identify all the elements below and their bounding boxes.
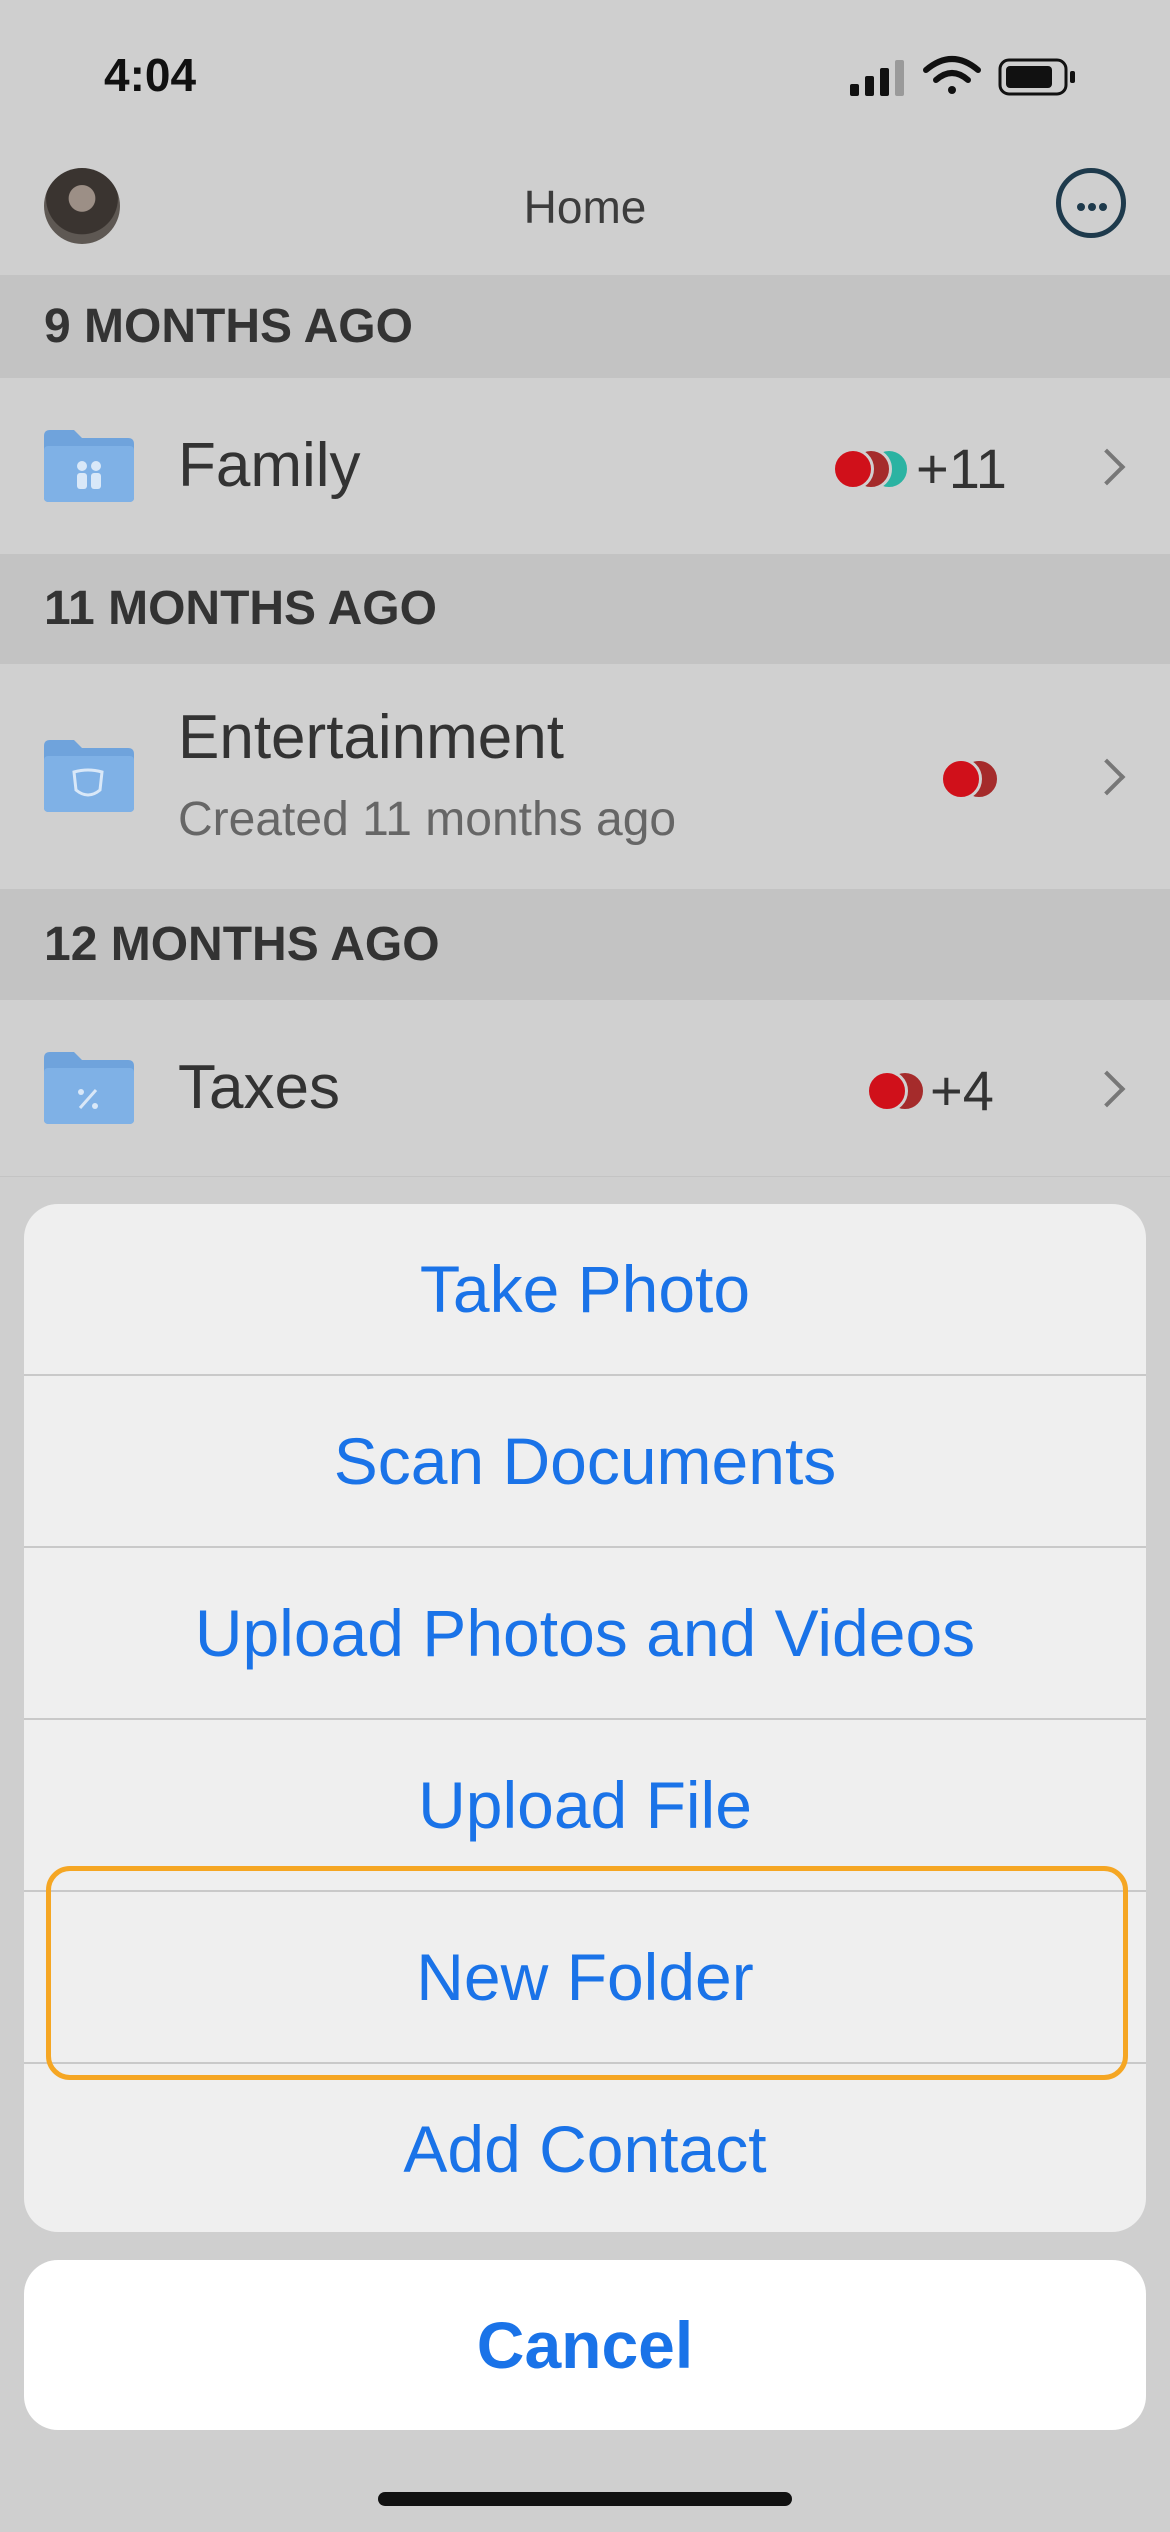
section-header: 9 MONTHS AGO bbox=[0, 275, 1170, 378]
folder-title: Entertainment bbox=[178, 703, 564, 772]
chevron-right-icon bbox=[1088, 1070, 1126, 1108]
take-photo-button[interactable]: Take Photo bbox=[24, 1204, 1146, 1376]
list-item-entertainment[interactable]: Entertainment Created 11 months ago bbox=[0, 664, 1170, 890]
list-item-taxes[interactable]: Taxes +4 bbox=[0, 1000, 1170, 1177]
cancel-button[interactable]: Cancel bbox=[24, 2260, 1146, 2430]
chevron-right-icon bbox=[1088, 758, 1126, 796]
page-title: Home bbox=[523, 181, 647, 233]
battery-icon bbox=[998, 58, 1075, 96]
family-folder-icon bbox=[44, 430, 134, 502]
more-icon bbox=[1077, 203, 1085, 211]
chevron-right-icon bbox=[1088, 448, 1126, 486]
more-options-button[interactable] bbox=[1056, 168, 1126, 238]
add-contact-button[interactable]: Add Contact bbox=[24, 2064, 1146, 2232]
entertainment-folder-icon bbox=[44, 740, 134, 812]
new-folder-highlight bbox=[46, 1866, 1128, 2080]
shared-count: +4 bbox=[930, 1059, 994, 1122]
folder-title: Family bbox=[178, 431, 361, 500]
status-time: 4:04 bbox=[104, 49, 197, 101]
scan-documents-button[interactable]: Scan Documents bbox=[24, 1376, 1146, 1548]
cellular-signal-icon bbox=[850, 60, 904, 96]
shared-with-avatars bbox=[866, 1070, 926, 1112]
shared-with-avatars bbox=[940, 758, 1000, 800]
section-header: 12 MONTHS AGO bbox=[0, 889, 1170, 1000]
navigation-bar: Home bbox=[0, 140, 1170, 275]
list-item-family[interactable]: Family +11 bbox=[0, 378, 1170, 555]
folder-title: Taxes bbox=[178, 1053, 340, 1122]
status-bar: 4:04 bbox=[0, 0, 1170, 140]
section-header: 11 MONTHS AGO bbox=[0, 554, 1170, 664]
home-indicator[interactable] bbox=[378, 2492, 792, 2506]
shared-count: +11 bbox=[916, 437, 1007, 500]
folder-subtitle: Created 11 months ago bbox=[178, 793, 677, 846]
wifi-icon bbox=[923, 56, 981, 94]
signal-wifi-battery-icon bbox=[850, 56, 1075, 96]
shared-with-avatars bbox=[832, 448, 922, 490]
status-icons bbox=[850, 52, 1110, 102]
upload-photos-videos-button[interactable]: Upload Photos and Videos bbox=[24, 1548, 1146, 1720]
taxes-folder-icon bbox=[44, 1052, 134, 1124]
